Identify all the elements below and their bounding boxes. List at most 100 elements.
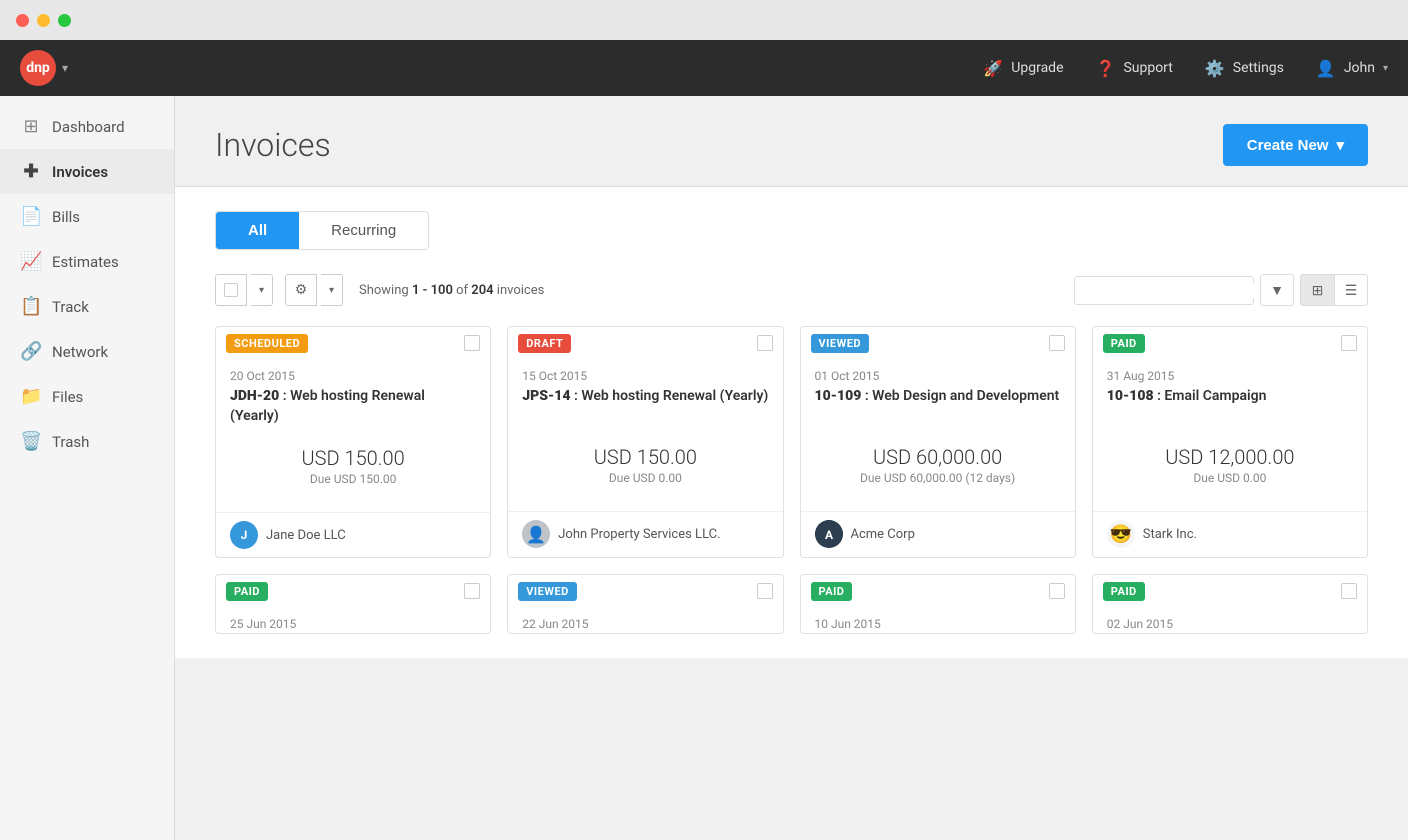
select-checkbox[interactable] [215, 274, 247, 306]
sidebar-item-bills[interactable]: 📄 Bills [0, 194, 174, 239]
card-checkbox-0[interactable] [464, 335, 480, 351]
track-icon: 📋 [20, 296, 42, 317]
filter-button[interactable]: ▼ [1260, 274, 1294, 306]
invoice-card-1: DRAFT 15 Oct 2015 JPS-14 : Web hosting R… [507, 326, 783, 558]
maximize-button[interactable] [58, 14, 71, 27]
bulk-action-button[interactable]: ⚙ [285, 274, 317, 306]
page-title: Invoices [215, 126, 331, 164]
card-checkbox-3[interactable] [1341, 335, 1357, 351]
sidebar-label-invoices: Invoices [52, 163, 108, 181]
question-icon: ❓ [1096, 59, 1116, 78]
list-view-button[interactable]: ☰ [1334, 274, 1368, 306]
card-checkbox-bottom-2[interactable] [1049, 583, 1065, 599]
card-title-3: 10-108 : Email Campaign [1107, 387, 1353, 425]
card-header-bottom-3: PAID [1093, 575, 1367, 607]
filter-icon: ▼ [1270, 282, 1284, 298]
network-icon: 🔗 [20, 341, 42, 362]
card-body-1: 15 Oct 2015 JPS-14 : Web hosting Renewal… [508, 359, 782, 511]
card-title-0: JDH-20 : Web hosting Renewal (Yearly) [230, 387, 476, 426]
svg-text:A: A [824, 528, 833, 542]
status-badge-bottom-3: PAID [1103, 582, 1145, 601]
card-header-bottom-0: PAID [216, 575, 490, 607]
card-footer-3: 😎 Stark Inc. [1093, 511, 1367, 556]
trash-icon: 🗑️ [20, 431, 42, 452]
card-checkbox-bottom-1[interactable] [757, 583, 773, 599]
sidebar-item-estimates[interactable]: 📈 Estimates [0, 239, 174, 284]
client-name-1: John Property Services LLC. [558, 527, 720, 542]
card-amount-2: USD 60,000.00 [815, 445, 1061, 469]
card-due-2: Due USD 60,000.00 (12 days) [815, 471, 1061, 485]
status-badge-1: DRAFT [518, 334, 571, 353]
close-button[interactable] [16, 14, 29, 27]
invoice-card-2: VIEWED 01 Oct 2015 10-109 : Web Design a… [800, 326, 1076, 558]
card-amount-0: USD 150.00 [230, 446, 476, 470]
upgrade-nav-item[interactable]: 🚀 Upgrade [983, 59, 1063, 78]
minimize-button[interactable] [37, 14, 50, 27]
status-badge-bottom-1: VIEWED [518, 582, 577, 601]
bulk-action-chevron[interactable]: ▾ [321, 274, 343, 306]
sidebar-item-track[interactable]: 📋 Track [0, 284, 174, 329]
top-nav: dnp ▾ 🚀 Upgrade ❓ Support ⚙️ Settings 👤 … [0, 40, 1408, 96]
content-inner: All Recurring ▾ ⚙ ▾ Showing 1 - 100 o [175, 187, 1408, 658]
select-controls: ▾ ⚙ ▾ [215, 274, 343, 306]
tab-recurring[interactable]: Recurring [299, 212, 428, 249]
card-checkbox-1[interactable] [757, 335, 773, 351]
card-date-bottom-2: 10 Jun 2015 [815, 617, 1061, 631]
support-label: Support [1123, 60, 1172, 76]
dashboard-icon: ⊞ [20, 116, 42, 137]
client-name-2: Acme Corp [851, 527, 915, 542]
invoices-icon: ✚ [20, 161, 42, 182]
sidebar-item-files[interactable]: 📁 Files [0, 374, 174, 419]
tab-all[interactable]: All [216, 212, 299, 249]
settings-nav-item[interactable]: ⚙️ Settings [1205, 59, 1284, 78]
sidebar-item-invoices[interactable]: ✚ Invoices [0, 149, 174, 194]
sidebar-label-bills: Bills [52, 208, 80, 226]
card-date-1: 15 Oct 2015 [522, 369, 768, 383]
card-checkbox-bottom-0[interactable] [464, 583, 480, 599]
user-chevron-icon: ▾ [1383, 63, 1388, 74]
sidebar: ⊞ Dashboard ✚ Invoices 📄 Bills 📈 Estimat… [0, 96, 175, 840]
status-badge-3: PAID [1103, 334, 1145, 353]
sidebar-label-track: Track [52, 298, 89, 316]
invoice-card-bottom-1: VIEWED 22 Jun 2015 [507, 574, 783, 634]
client-avatar-2: A [815, 520, 843, 548]
card-date-0: 20 Oct 2015 [230, 369, 476, 383]
card-checkbox-2[interactable] [1049, 335, 1065, 351]
user-nav-item[interactable]: 👤 John ▾ [1316, 59, 1388, 78]
sidebar-label-trash: Trash [52, 433, 89, 451]
select-chevron-button[interactable]: ▾ [251, 274, 273, 306]
sidebar-item-dashboard[interactable]: ⊞ Dashboard [0, 104, 174, 149]
content-area: Invoices Create New ▾ All Recurring ▾ [175, 96, 1408, 840]
card-date-bottom-0: 25 Jun 2015 [230, 617, 476, 631]
files-icon: 📁 [20, 386, 42, 407]
toolbar-right: 🔍 ▼ ⊞ ☰ [1074, 274, 1368, 306]
card-header-0: SCHEDULED [216, 327, 490, 359]
client-avatar-0: J [230, 521, 258, 549]
sidebar-item-network[interactable]: 🔗 Network [0, 329, 174, 374]
card-footer-2: A Acme Corp [801, 511, 1075, 556]
sidebar-item-trash[interactable]: 🗑️ Trash [0, 419, 174, 464]
client-name-3: Stark Inc. [1143, 527, 1197, 542]
toolbar: ▾ ⚙ ▾ Showing 1 - 100 of 204 invoices 🔍 [215, 274, 1368, 306]
sidebar-label-dashboard: Dashboard [52, 118, 125, 136]
estimates-icon: 📈 [20, 251, 42, 272]
card-due-1: Due USD 0.00 [522, 471, 768, 485]
logo[interactable]: dnp ▾ [20, 50, 68, 86]
page-header: Invoices Create New ▾ [175, 96, 1408, 187]
invoice-grid-bottom: PAID 25 Jun 2015 VIEWED 22 Jun 2015 [215, 574, 1368, 634]
status-badge-bottom-0: PAID [226, 582, 268, 601]
card-header-bottom-2: PAID [801, 575, 1075, 607]
card-header-3: PAID [1093, 327, 1367, 359]
grid-view-button[interactable]: ⊞ [1300, 274, 1334, 306]
invoice-card-bottom-0: PAID 25 Jun 2015 [215, 574, 491, 634]
card-footer-1: 👤 John Property Services LLC. [508, 511, 782, 556]
card-body-bottom-0: 25 Jun 2015 [216, 607, 490, 634]
bills-icon: 📄 [20, 206, 42, 227]
search-input[interactable] [1085, 283, 1261, 298]
support-nav-item[interactable]: ❓ Support [1096, 59, 1173, 78]
card-checkbox-bottom-3[interactable] [1341, 583, 1357, 599]
create-new-button[interactable]: Create New ▾ [1223, 124, 1368, 166]
gear-icon: ⚙️ [1205, 59, 1225, 78]
create-new-chevron-icon: ▾ [1336, 136, 1344, 154]
invoice-card-bottom-2: PAID 10 Jun 2015 [800, 574, 1076, 634]
